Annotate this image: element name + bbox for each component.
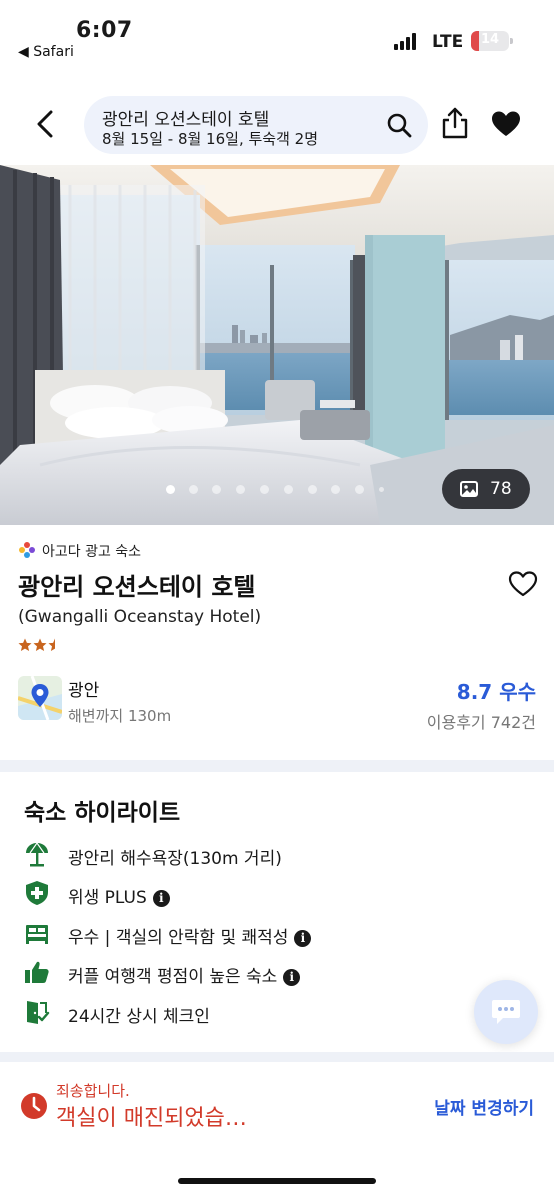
sold-out-message: 객실이 매진되었습…	[56, 1106, 247, 1131]
photo-count-button[interactable]: 78	[442, 469, 530, 509]
map-pin-icon	[18, 676, 62, 720]
agoda-logo-icon	[19, 542, 35, 558]
share-icon	[442, 107, 468, 139]
search-icon[interactable]	[386, 112, 412, 138]
heart-icon	[492, 111, 520, 136]
gallery-dot-active[interactable]	[166, 485, 175, 494]
info-icon[interactable]: i	[283, 969, 301, 986]
chat-bubble-icon	[492, 1000, 520, 1024]
location-name[interactable]: 광안	[68, 676, 99, 701]
search-title: 광안리 오션스테이 호텔	[102, 110, 270, 130]
back-button[interactable]	[28, 106, 64, 142]
heart-outline-icon	[508, 571, 538, 597]
chevron-left-icon	[37, 110, 53, 138]
share-button[interactable]	[440, 106, 470, 140]
hotel-name-english: (Gwangalli Oceanstay Hotel)	[18, 607, 262, 627]
review-score[interactable]: 8.7 우수	[457, 676, 536, 705]
home-indicator[interactable]	[178, 1178, 376, 1184]
section-divider	[0, 760, 554, 772]
chat-button[interactable]	[474, 980, 538, 1044]
bed-icon	[26, 925, 48, 944]
top-nav: 광안리 오션스테이 호텔 8월 15일 - 8월 16일, 투숙객 2명	[0, 88, 554, 160]
highlight-item: 위생 PLUS i	[24, 879, 464, 909]
image-icon	[460, 481, 478, 497]
gallery-dot[interactable]	[236, 485, 245, 494]
highlight-label: 위생 PLUS i	[68, 883, 170, 908]
gallery-dot[interactable]	[212, 485, 221, 494]
sponsored-text: 아고다 광고 숙소	[42, 544, 142, 560]
back-to-safari-link[interactable]: ◀ Safari	[18, 44, 74, 60]
clock-time: 6:07	[76, 18, 133, 43]
battery-level: 14	[480, 32, 500, 47]
highlight-item: 커플 여행객 평점이 높은 숙소 i	[24, 958, 464, 988]
search-dates-guests: 8월 15일 - 8월 16일, 투숙객 2명	[102, 130, 318, 148]
sold-out-apology: 죄송합니다.	[56, 1082, 130, 1100]
change-dates-button[interactable]: 날짜 변경하기	[434, 1094, 534, 1119]
half-star-icon	[48, 638, 55, 651]
battery-icon: 14	[471, 31, 513, 51]
hotel-name: 광안리 오션스테이 호텔	[18, 573, 256, 601]
highlights-title: 숙소 하이라이트	[24, 800, 181, 826]
signal-icon	[394, 32, 424, 50]
section-divider	[0, 1052, 554, 1062]
photo-count: 78	[490, 479, 512, 499]
shield-plus-icon	[26, 881, 48, 905]
favorite-button[interactable]	[491, 110, 521, 138]
location-distance: 해변까지 130m	[68, 707, 172, 725]
highlight-label: 커플 여행객 평점이 높은 숙소 i	[68, 962, 301, 987]
star-icon	[33, 638, 47, 651]
status-bar: 6:07 ◀ Safari LTE 14	[0, 0, 554, 70]
gallery-dot[interactable]	[189, 485, 198, 494]
highlight-item: 우수 | 객실의 안락함 및 쾌적성 i	[24, 919, 464, 949]
booking-status-bar: 죄송합니다. 객실이 매진되었습… 날짜 변경하기	[0, 1062, 554, 1162]
clock-alert-icon	[21, 1093, 47, 1119]
highlight-item: 24시간 상시 체크인	[24, 998, 464, 1028]
gallery-dot[interactable]	[284, 485, 293, 494]
star-icon	[18, 638, 32, 651]
gallery-dot[interactable]	[260, 485, 269, 494]
save-hotel-button[interactable]	[508, 570, 538, 598]
map-thumbnail[interactable]	[18, 676, 62, 720]
door-check-icon	[27, 1001, 50, 1024]
gallery-dot[interactable]	[331, 485, 340, 494]
hotel-photo-gallery[interactable]: 78	[0, 165, 554, 525]
highlight-label: 24시간 상시 체크인	[68, 1007, 210, 1027]
highlight-item: 광안리 해수욕장(130m 거리)	[24, 840, 464, 870]
info-icon[interactable]: i	[152, 890, 170, 907]
review-count[interactable]: 이용후기 742건	[427, 709, 536, 733]
gallery-dot[interactable]	[308, 485, 317, 494]
highlight-label: 우수 | 객실의 안락함 및 쾌적성 i	[68, 923, 312, 948]
beach-umbrella-icon	[26, 841, 48, 867]
gallery-dot[interactable]	[355, 485, 364, 494]
search-summary-pill[interactable]: 광안리 오션스테이 호텔 8월 15일 - 8월 16일, 투숙객 2명	[84, 96, 428, 154]
network-label: LTE	[432, 32, 464, 52]
highlight-label: 광안리 해수욕장(130m 거리)	[68, 849, 282, 869]
thumbs-up-icon	[25, 961, 49, 983]
info-icon[interactable]: i	[294, 930, 312, 947]
gallery-dot[interactable]	[379, 487, 384, 492]
